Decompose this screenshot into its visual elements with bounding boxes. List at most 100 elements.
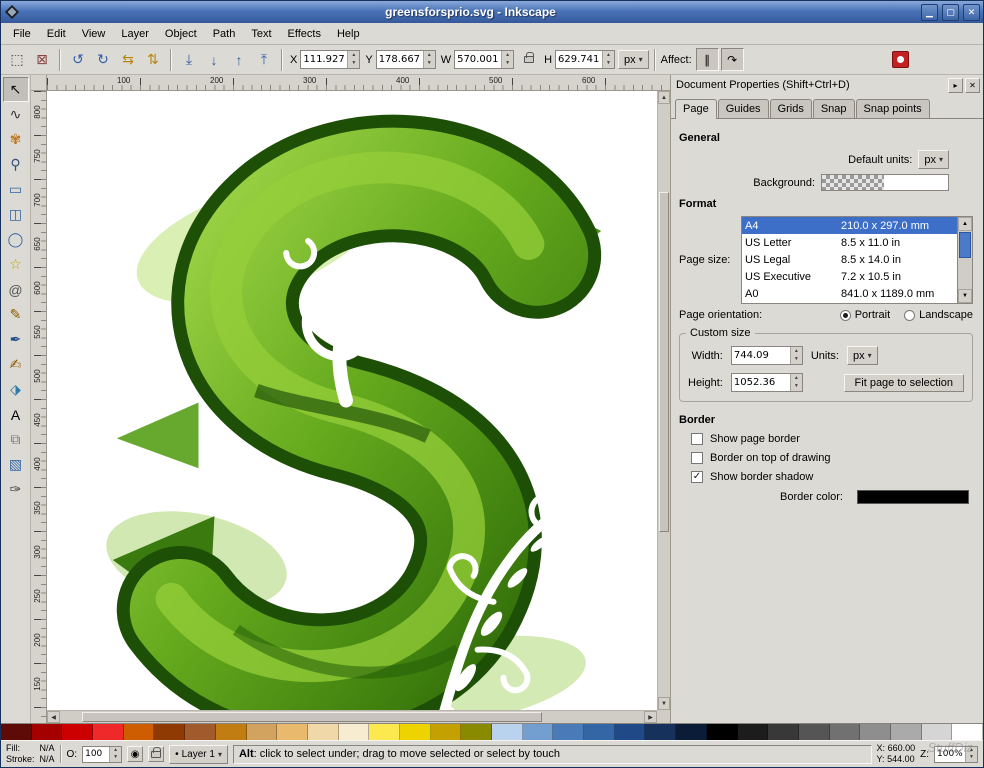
checkbox-show-border-shadow[interactable]: ✓ bbox=[691, 471, 703, 483]
tweak-tool[interactable]: ✾ bbox=[3, 127, 29, 152]
vertical-scroll-thumb[interactable] bbox=[659, 192, 669, 532]
scroll-left-icon[interactable]: ◀ bbox=[47, 711, 60, 723]
node-tool[interactable]: ∿ bbox=[3, 102, 29, 127]
palette-swatch[interactable] bbox=[645, 724, 676, 740]
palette-swatch[interactable] bbox=[891, 724, 922, 740]
deselect-icon[interactable]: ⊠ bbox=[30, 48, 54, 72]
palette-swatch[interactable] bbox=[339, 724, 370, 740]
palette-swatch[interactable] bbox=[952, 724, 983, 740]
star-tool[interactable]: ☆ bbox=[3, 252, 29, 277]
palette-swatch[interactable] bbox=[185, 724, 216, 740]
menu-object[interactable]: Object bbox=[157, 25, 205, 43]
checkbox-show-page-border[interactable] bbox=[691, 433, 703, 445]
canvas-vertical-scrollbar[interactable]: ▲ ▼ bbox=[657, 91, 670, 710]
layer-selector[interactable]: • Layer 1 ▾ bbox=[169, 745, 228, 764]
page-size-row[interactable]: A4210.0 x 297.0 mm bbox=[742, 217, 957, 234]
page-size-row[interactable]: US Letter8.5 x 11.0 in bbox=[742, 234, 957, 251]
affect-transform-toggle[interactable]: ↷ bbox=[721, 48, 744, 71]
panel-collapse-button[interactable]: ▸ bbox=[948, 78, 963, 93]
scroll-down-icon[interactable]: ▼ bbox=[658, 697, 670, 710]
h-input[interactable] bbox=[556, 51, 602, 68]
background-color-button[interactable] bbox=[821, 174, 949, 191]
palette-swatch[interactable] bbox=[584, 724, 615, 740]
palette-swatch[interactable] bbox=[523, 724, 554, 740]
y-input[interactable] bbox=[377, 51, 423, 68]
palette-swatch[interactable] bbox=[247, 724, 278, 740]
page-size-scrollbar[interactable]: ▲ ▼ bbox=[958, 216, 973, 304]
tab-page[interactable]: Page bbox=[675, 99, 717, 119]
raise-to-top-icon[interactable]: ⤒ bbox=[252, 48, 276, 72]
list-scroll-thumb[interactable] bbox=[959, 232, 971, 258]
height-input[interactable] bbox=[732, 374, 790, 391]
palette-swatch[interactable] bbox=[553, 724, 584, 740]
palette-swatch[interactable] bbox=[308, 724, 339, 740]
x-input[interactable] bbox=[301, 51, 347, 68]
menu-layer[interactable]: Layer bbox=[113, 25, 157, 43]
missing-icon-button[interactable] bbox=[892, 51, 909, 68]
palette-swatch[interactable] bbox=[860, 724, 891, 740]
palette-swatch[interactable] bbox=[32, 724, 63, 740]
palette-swatch[interactable] bbox=[615, 724, 646, 740]
selector-tool[interactable]: ↖ bbox=[3, 77, 29, 102]
landscape-radio[interactable] bbox=[904, 310, 915, 321]
layer-visibility-toggle[interactable]: ◉ bbox=[127, 746, 143, 762]
layer-lock-toggle[interactable] bbox=[148, 746, 164, 762]
palette-swatch[interactable] bbox=[400, 724, 431, 740]
affect-move-toggle[interactable]: ∥ bbox=[696, 48, 719, 71]
palette-swatch[interactable] bbox=[799, 724, 830, 740]
rectangle-tool[interactable]: ▭ bbox=[3, 177, 29, 202]
menu-effects[interactable]: Effects bbox=[280, 25, 329, 43]
minimize-button[interactable]: ▁ bbox=[921, 4, 938, 21]
panel-close-button[interactable]: ✕ bbox=[965, 78, 980, 93]
default-units-combo[interactable]: px ▾ bbox=[918, 150, 949, 169]
scroll-down-icon[interactable]: ▼ bbox=[958, 289, 972, 303]
canvas-horizontal-scrollbar[interactable]: ◀ ▶ bbox=[47, 710, 657, 723]
menu-file[interactable]: File bbox=[5, 25, 39, 43]
palette-swatch[interactable] bbox=[93, 724, 124, 740]
palette-swatch[interactable] bbox=[369, 724, 400, 740]
select-all-icon[interactable]: ⬚ bbox=[5, 48, 29, 72]
menu-view[interactable]: View bbox=[74, 25, 114, 43]
ellipse-tool[interactable]: ◯ bbox=[3, 227, 29, 252]
tab-snap-points[interactable]: Snap points bbox=[856, 99, 930, 118]
page-size-row[interactable]: US Legal8.5 x 14.0 in bbox=[742, 251, 957, 268]
tab-guides[interactable]: Guides bbox=[718, 99, 769, 118]
flip-horizontal-icon[interactable]: ⇆ bbox=[116, 48, 140, 72]
page-size-row[interactable]: US Executive7.2 x 10.5 in bbox=[742, 268, 957, 285]
close-button[interactable]: ✕ bbox=[963, 4, 980, 21]
fill-stroke-indicator[interactable]: Fill: N/A Stroke: N/A bbox=[6, 743, 55, 766]
opacity-input[interactable] bbox=[83, 747, 109, 762]
pencil-tool[interactable]: ✎ bbox=[3, 302, 29, 327]
palette-swatch[interactable] bbox=[154, 724, 185, 740]
box-3d-tool[interactable]: ◫ bbox=[3, 202, 29, 227]
lower-to-bottom-icon[interactable]: ⤓ bbox=[177, 48, 201, 72]
palette-swatch[interactable] bbox=[124, 724, 155, 740]
rotate-ccw-icon[interactable]: ↺ bbox=[66, 48, 90, 72]
spiral-tool[interactable]: @ bbox=[3, 277, 29, 302]
palette-swatch[interactable] bbox=[738, 724, 769, 740]
palette-swatch[interactable] bbox=[431, 724, 462, 740]
paint-bucket-tool[interactable]: ⬗ bbox=[3, 377, 29, 402]
units-combo[interactable]: px▾ bbox=[618, 50, 649, 69]
width-input[interactable] bbox=[732, 347, 790, 364]
palette-swatch[interactable] bbox=[922, 724, 953, 740]
x-spinner[interactable]: ▲▼ bbox=[347, 51, 359, 68]
palette-swatch[interactable] bbox=[707, 724, 738, 740]
palette-swatch[interactable] bbox=[768, 724, 799, 740]
palette-swatch[interactable] bbox=[461, 724, 492, 740]
menu-text[interactable]: Text bbox=[243, 25, 279, 43]
canvas[interactable] bbox=[47, 91, 657, 710]
palette-swatch[interactable] bbox=[216, 724, 247, 740]
custom-units-combo[interactable]: px ▾ bbox=[847, 346, 878, 365]
scroll-right-icon[interactable]: ▶ bbox=[644, 711, 657, 723]
tab-grids[interactable]: Grids bbox=[770, 99, 812, 118]
w-spinner[interactable]: ▲▼ bbox=[501, 51, 513, 68]
flip-vertical-icon[interactable]: ⇅ bbox=[141, 48, 165, 72]
dropper-tool[interactable]: ✑ bbox=[3, 477, 29, 502]
menu-path[interactable]: Path bbox=[205, 25, 244, 43]
zoom-tool[interactable]: ⚲ bbox=[3, 152, 29, 177]
scroll-up-icon[interactable]: ▲ bbox=[658, 91, 670, 104]
checkbox-border-on-top-of-drawing[interactable] bbox=[691, 452, 703, 464]
raise-icon[interactable]: ↑ bbox=[227, 48, 251, 72]
menu-edit[interactable]: Edit bbox=[39, 25, 74, 43]
